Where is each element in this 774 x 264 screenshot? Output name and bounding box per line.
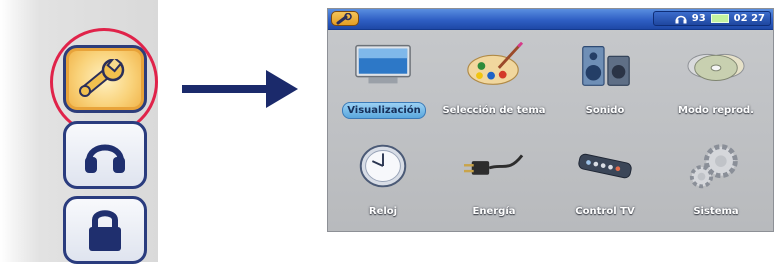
battery-icon bbox=[710, 14, 729, 23]
headphones-icon bbox=[675, 15, 687, 23]
highlight-circle bbox=[50, 28, 158, 136]
menu-item-sonido[interactable]: Sonido bbox=[550, 31, 660, 126]
palette-icon bbox=[467, 42, 524, 85]
volume-level: 93 bbox=[691, 13, 706, 24]
wrench-icon bbox=[336, 12, 352, 24]
menu-item-reloj[interactable]: Reloj bbox=[328, 132, 438, 227]
menu-item-label: Sonido bbox=[585, 105, 625, 116]
menu-item-label: Sistema bbox=[693, 206, 739, 217]
speakers-icon bbox=[582, 46, 630, 86]
lock-icon bbox=[89, 210, 121, 251]
menu-item-label: Energía bbox=[472, 206, 516, 217]
top-bar: 93 02 27 bbox=[328, 9, 773, 30]
audio-tab-button[interactable] bbox=[63, 121, 147, 189]
monitor-icon bbox=[355, 44, 411, 84]
status-area: 93 02 27 bbox=[653, 11, 771, 26]
menu-item-label: Control TV bbox=[575, 206, 635, 217]
menu-item-label: Reloj bbox=[368, 206, 398, 217]
menu-item-modo-reprod[interactable]: Modo reprod. bbox=[661, 31, 771, 126]
menu-item-label: Visualización bbox=[342, 102, 426, 119]
device-screen: 93 02 27 Visualización Selección de tema… bbox=[327, 8, 774, 232]
clock-icon bbox=[359, 144, 407, 188]
menu-item-label: Selección de tema bbox=[442, 105, 546, 116]
sidebar-crop bbox=[0, 0, 158, 264]
menu-item-visualizacion[interactable]: Visualización bbox=[328, 31, 438, 126]
discs-icon bbox=[687, 53, 745, 81]
gears-icon bbox=[689, 144, 738, 189]
menu-item-seleccion-de-tema[interactable]: Selección de tema bbox=[439, 31, 549, 126]
power-plug-icon bbox=[464, 154, 524, 175]
settings-menu-button[interactable] bbox=[331, 11, 359, 26]
right-arrow-icon bbox=[182, 70, 298, 108]
menu-item-label: Modo reprod. bbox=[678, 105, 754, 116]
menu-item-control-tv[interactable]: Control TV bbox=[550, 132, 660, 227]
settings-grid: Visualización Selección de tema Sonido M… bbox=[328, 31, 773, 231]
menu-item-energia[interactable]: Energía bbox=[439, 132, 549, 227]
menu-item-sistema[interactable]: Sistema bbox=[661, 132, 771, 227]
remote-control-icon bbox=[578, 153, 632, 179]
headphones-icon bbox=[85, 144, 125, 173]
clock: 02 27 bbox=[733, 13, 765, 24]
lock-tab-button[interactable] bbox=[63, 196, 147, 264]
